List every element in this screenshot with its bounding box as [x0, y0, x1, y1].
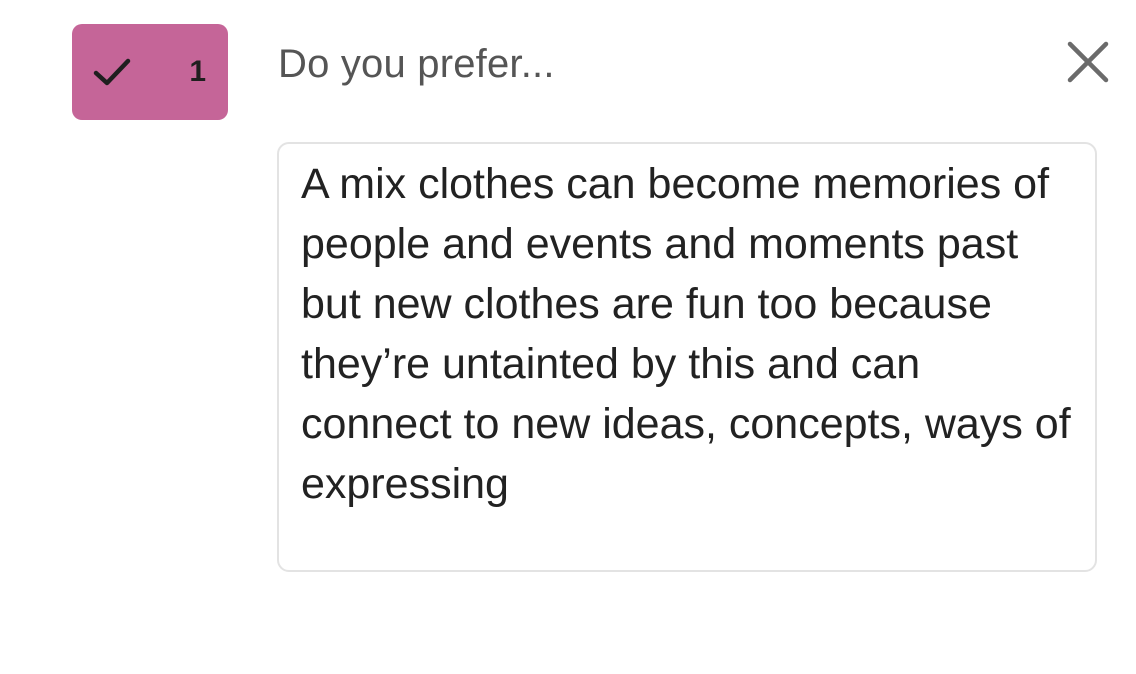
- answer-text: A mix clothes can become memories of peo…: [301, 160, 1071, 508]
- close-button[interactable]: [1062, 38, 1114, 90]
- answer-card: 1 Do you prefer... A mix clothes can bec…: [0, 0, 1136, 674]
- close-icon: [1067, 41, 1109, 88]
- vote-count: 1: [189, 55, 206, 88]
- check-icon: [90, 50, 134, 94]
- vote-button[interactable]: 1: [72, 24, 228, 120]
- answer-text-box[interactable]: A mix clothes can become memories of peo…: [277, 142, 1097, 572]
- question-label: Do you prefer...: [278, 42, 555, 86]
